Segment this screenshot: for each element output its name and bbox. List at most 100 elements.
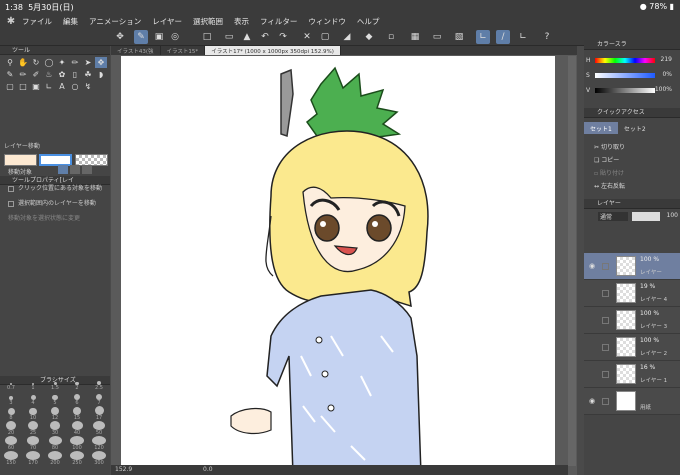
layer-row[interactable]: ◉ 用紙 (584, 388, 680, 415)
select-all-icon[interactable]: ▫ (384, 30, 398, 44)
clear-icon[interactable]: ▢ (318, 30, 332, 44)
brush-size-cell[interactable]: 17 (88, 406, 110, 421)
layer-row[interactable]: 100 % レイヤー 2 (584, 334, 680, 361)
ruler-icon[interactable]: ∟ (476, 30, 490, 44)
brush-size-cell[interactable]: 50 (88, 421, 110, 436)
target-tone-button[interactable] (70, 165, 80, 174)
new-file-icon[interactable]: □ (200, 30, 214, 44)
brush-size-cell[interactable]: 1.5 (44, 376, 66, 391)
airbrush-tool-icon[interactable]: ♨ (43, 69, 55, 80)
lock-toggle[interactable] (602, 263, 609, 270)
quick-paste[interactable]: ▫ 貼り付け (584, 166, 680, 179)
brush-size-cell[interactable]: 30 (44, 421, 66, 436)
pen-tool-icon[interactable]: ✎ (4, 69, 16, 80)
brush-size-cell[interactable]: 2 (66, 376, 88, 391)
brush-size-cell[interactable]: 10 (22, 406, 44, 421)
brush-size-cell[interactable]: 0.7 (0, 376, 22, 391)
open-folder-icon[interactable]: ▭ (222, 30, 236, 44)
layer-row[interactable]: 19 % レイヤー 4 (584, 280, 680, 307)
brush-size-cell[interactable]: 2.5 (88, 376, 110, 391)
brush-size-cell[interactable]: 3 (0, 391, 22, 406)
brush-size-cell[interactable]: 8 (0, 406, 22, 421)
zoom-tool-icon[interactable]: ⚲ (4, 57, 16, 68)
transform-icon[interactable]: ◢ (340, 30, 354, 44)
menu-selection[interactable]: 選択範囲 (193, 16, 223, 27)
quick-set-2-tab[interactable]: セット2 (618, 122, 652, 134)
figure-tool-icon[interactable]: □ (17, 81, 29, 92)
hue-slider[interactable] (595, 58, 655, 63)
tab-illust17[interactable]: イラスト17* (1000 x 1000px 350dpi 152.9%) (205, 46, 341, 55)
undo-icon[interactable]: ↶ (258, 30, 272, 44)
brush-size-cell[interactable]: 40 (66, 421, 88, 436)
blend-tool-icon[interactable]: ☘ (82, 69, 94, 80)
quick-flip[interactable]: ↔ 左右反転 (584, 179, 680, 192)
brush-size-cell[interactable]: 150 (0, 451, 22, 466)
decoration-tool-icon[interactable]: ✿ (56, 69, 68, 80)
brush-size-cell[interactable]: 70 (22, 436, 44, 451)
brush-tool-icon[interactable]: ✐ (30, 69, 42, 80)
rotation-value[interactable]: 0.0 (203, 466, 213, 473)
frame-tool-icon[interactable]: ▣ (30, 81, 42, 92)
delete-icon[interactable]: ✕ (300, 30, 314, 44)
help-icon[interactable]: ? (540, 30, 554, 44)
lock-toggle[interactable] (602, 398, 609, 405)
brush-size-cell[interactable]: 7 (88, 391, 110, 406)
hand-tool-icon[interactable]: ✋ (17, 57, 29, 68)
main-color-swatch[interactable] (4, 154, 37, 166)
eraser-tool-icon[interactable]: ▯ (69, 69, 81, 80)
move-layer-tool-icon[interactable]: ✥ (95, 57, 107, 68)
layer-row[interactable]: 16 % レイヤー 1 (584, 361, 680, 388)
balloon-tool-icon[interactable]: ○ (69, 81, 81, 92)
crop-icon[interactable]: ▦ (408, 30, 422, 44)
menu-animation[interactable]: アニメーション (89, 16, 141, 27)
snap-icon[interactable]: ∕ (496, 30, 510, 44)
picker-tool-icon[interactable]: ✏ (69, 57, 81, 68)
brush-size-cell[interactable]: 12 (44, 406, 66, 421)
saturation-slider[interactable] (595, 73, 655, 78)
opacity-bar[interactable] (632, 212, 660, 221)
gradient-tool-icon[interactable]: ▢ (4, 81, 16, 92)
brush-size-cell[interactable]: 250 (66, 451, 88, 466)
move-icon[interactable]: ✥ (113, 30, 127, 44)
target-icon[interactable]: ◎ (168, 30, 182, 44)
deselect-icon[interactable]: ▭ (430, 30, 444, 44)
auto-select-icon[interactable]: ✦ (56, 57, 68, 68)
fill-tool-icon[interactable]: ◗ (95, 69, 107, 80)
zoom-value[interactable]: 152.9 (115, 466, 132, 473)
brush-size-cell[interactable]: 170 (22, 451, 44, 466)
quick-set-1-tab[interactable]: セット1 (584, 122, 618, 134)
save-icon[interactable]: ▲ (240, 30, 254, 44)
operation-tool-icon[interactable]: ➤ (82, 57, 94, 68)
quick-cut[interactable]: ✂ 切り取り (584, 140, 680, 153)
pencil-tool-icon[interactable]: ✏ (17, 69, 29, 80)
brush-size-cell[interactable]: 100 (66, 436, 88, 451)
layer-row[interactable]: 100 % レイヤー 3 (584, 307, 680, 334)
lock-toggle[interactable] (602, 317, 609, 324)
brush-size-cell[interactable]: 60 (0, 436, 22, 451)
brush-size-cell[interactable]: 6 (66, 391, 88, 406)
menu-file[interactable]: ファイル (22, 16, 52, 27)
drawing-canvas[interactable] (121, 56, 555, 475)
lock-toggle[interactable] (602, 371, 609, 378)
brush-size-cell[interactable]: 80 (44, 436, 66, 451)
brush-size-cell[interactable]: 4 (22, 391, 44, 406)
brush-size-cell[interactable]: 5 (44, 391, 66, 406)
rotate-tool-icon[interactable]: ↻ (30, 57, 42, 68)
option-click-target[interactable]: クリック位置にある対象を移動 (8, 183, 102, 192)
redo-icon[interactable]: ↷ (276, 30, 290, 44)
option-selection-layer[interactable]: 選択範囲内のレイヤーを移動 (8, 198, 96, 207)
visibility-eye-icon[interactable]: ◉ (589, 397, 595, 405)
text-tool-icon[interactable]: A (56, 81, 68, 92)
menu-edit[interactable]: 編集 (63, 16, 78, 27)
line-correct-tool-icon[interactable]: ↯ (82, 81, 94, 92)
menu-filter[interactable]: フィルター (260, 16, 297, 27)
lock-toggle[interactable] (602, 344, 609, 351)
layer-icon[interactable]: ▣ (152, 30, 166, 44)
tab-illust15[interactable]: イラスト15* (161, 46, 206, 55)
brush-size-cell[interactable]: 25 (22, 421, 44, 436)
menu-view[interactable]: 表示 (234, 16, 249, 27)
menu-help[interactable]: ヘルプ (357, 16, 380, 27)
visibility-eye-icon[interactable]: ◉ (589, 262, 595, 270)
canvas-scrollbar[interactable] (568, 56, 576, 466)
menu-window[interactable]: ウィンドウ (308, 16, 346, 27)
